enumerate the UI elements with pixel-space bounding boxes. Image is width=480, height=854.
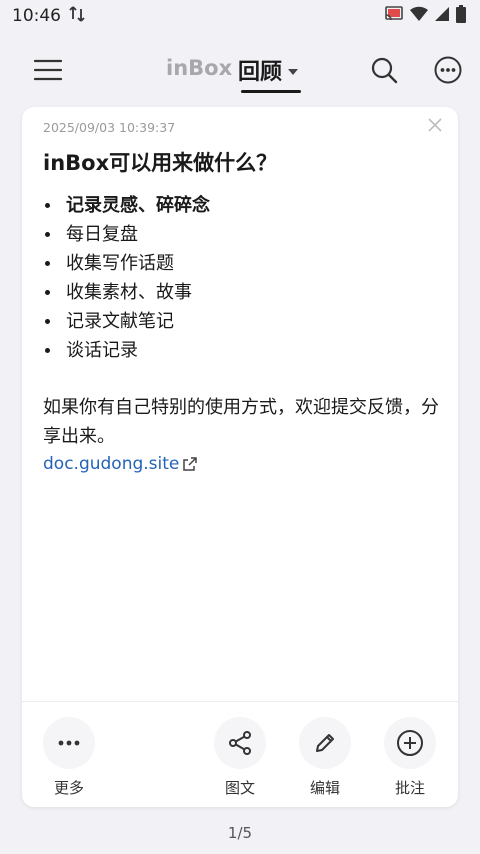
bullet-dot xyxy=(45,290,50,295)
menu-button[interactable] xyxy=(28,50,68,90)
bullet-dot xyxy=(45,203,50,208)
list-item-text: 谈话记录 xyxy=(66,340,138,361)
cast-icon xyxy=(384,6,404,26)
menu-icon xyxy=(34,59,62,81)
note-title: inBox可以用来做什么？ xyxy=(43,151,278,175)
share-image-button[interactable]: 图文 xyxy=(213,717,267,798)
list-item-text: 收集素材、故事 xyxy=(66,282,192,303)
note-paragraph: 如果你有自己特别的使用方式，欢迎提交反馈，分享出来。 xyxy=(43,397,439,447)
status-bar: 10:46 xyxy=(0,0,480,32)
share-action-label: 图文 xyxy=(224,779,255,797)
list-item: 收集素材、故事 xyxy=(43,278,210,307)
bullet-dot xyxy=(45,232,50,237)
list-item: 记录文献笔记 xyxy=(43,307,210,336)
close-icon xyxy=(428,118,442,132)
battery-icon xyxy=(456,5,466,27)
page-indicator: 1/5 xyxy=(227,824,253,842)
note-bullet-list: 记录灵感、碎碎念 每日复盘 收集写作话题 收集素材、故事 记录文献笔记 谈话记录 xyxy=(43,191,210,365)
annotate-button[interactable]: 批注 xyxy=(383,717,437,798)
share-icon xyxy=(229,731,251,755)
data-sync-icon xyxy=(69,5,85,28)
pencil-icon xyxy=(316,734,334,752)
search-icon xyxy=(371,57,398,84)
annotate-action-label: 批注 xyxy=(394,779,425,797)
chevron-down-icon xyxy=(288,68,299,75)
edit-action-label: 编辑 xyxy=(309,779,340,797)
list-item: 每日复盘 xyxy=(43,220,210,249)
edit-button[interactable]: 编辑 xyxy=(298,717,352,798)
app-header: inBox 回顾 xyxy=(0,40,480,98)
close-button[interactable] xyxy=(428,117,444,133)
bullet-dot xyxy=(45,348,50,353)
more-horizontal-icon xyxy=(434,56,462,84)
list-item: 记录灵感、碎碎念 xyxy=(43,191,210,220)
external-link-icon xyxy=(183,457,198,471)
tab-inbox[interactable]: inBox xyxy=(166,56,232,80)
bullet-dot xyxy=(45,261,50,266)
more-action-button[interactable]: 更多 xyxy=(42,717,96,798)
more-action-circle xyxy=(43,717,95,769)
list-item-text: 收集写作话题 xyxy=(66,253,174,274)
search-button[interactable] xyxy=(364,50,404,90)
doc-link-text: doc.gudong.site xyxy=(43,454,180,474)
doc-link[interactable]: doc.gudong.site xyxy=(43,454,198,474)
action-divider xyxy=(22,701,458,702)
signal-icon xyxy=(434,6,450,26)
more-action-label: 更多 xyxy=(53,779,84,797)
wifi-icon xyxy=(410,6,428,26)
add-circle-icon xyxy=(397,730,423,756)
list-item-text: 记录文献笔记 xyxy=(66,311,174,332)
bullet-dot xyxy=(45,319,50,324)
list-item: 谈话记录 xyxy=(43,336,210,365)
annotate-action-circle xyxy=(384,717,436,769)
note-timestamp: 2025/09/03 10:39:37 xyxy=(43,120,176,135)
ellipsis-icon xyxy=(58,740,80,746)
tab-review[interactable]: 回顾 xyxy=(238,54,299,86)
list-item: 收集写作话题 xyxy=(43,249,210,278)
more-options-button[interactable] xyxy=(428,50,468,90)
list-item-text: 每日复盘 xyxy=(66,224,138,245)
edit-action-circle xyxy=(299,717,351,769)
list-item-text: 记录灵感、碎碎念 xyxy=(66,195,210,216)
tab-review-label: 回顾 xyxy=(238,60,283,85)
note-card: 2025/09/03 10:39:37 inBox可以用来做什么？ 记录灵感、碎… xyxy=(22,107,458,807)
status-time: 10:46 xyxy=(12,6,61,26)
active-tab-indicator xyxy=(241,90,301,93)
share-action-circle xyxy=(214,717,266,769)
